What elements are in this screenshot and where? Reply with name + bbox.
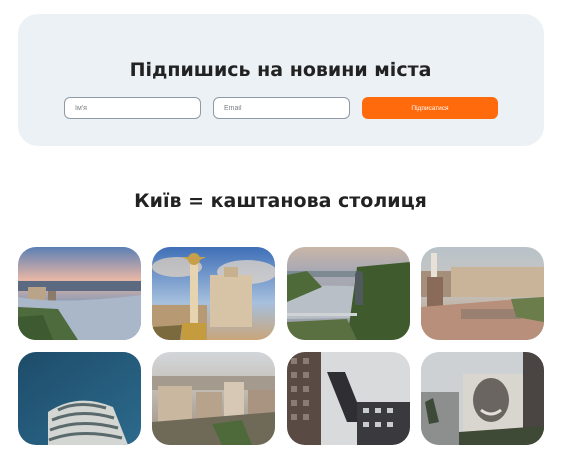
email-input[interactable]	[213, 97, 350, 119]
subscribe-title: Підпишись на новини міста	[129, 59, 432, 81]
gallery-photo-modern-highrise[interactable]	[287, 352, 410, 445]
gallery-title: Київ = каштанова столиця	[134, 190, 427, 212]
subscribe-button[interactable]: Підписатися	[362, 97, 498, 119]
gallery-photo-independence-monument[interactable]	[152, 247, 275, 340]
gallery-photo-maidan-square[interactable]	[421, 247, 544, 340]
gallery-photo-mural-building[interactable]	[421, 352, 544, 445]
gallery-photo-river-city-sunset[interactable]	[18, 247, 141, 340]
name-input[interactable]	[64, 97, 201, 119]
gallery-photo-round-tower-building[interactable]	[18, 352, 141, 445]
gallery-photo-dnipro-river-bridge[interactable]	[287, 247, 410, 340]
gallery-photo-city-rooftops[interactable]	[152, 352, 275, 445]
